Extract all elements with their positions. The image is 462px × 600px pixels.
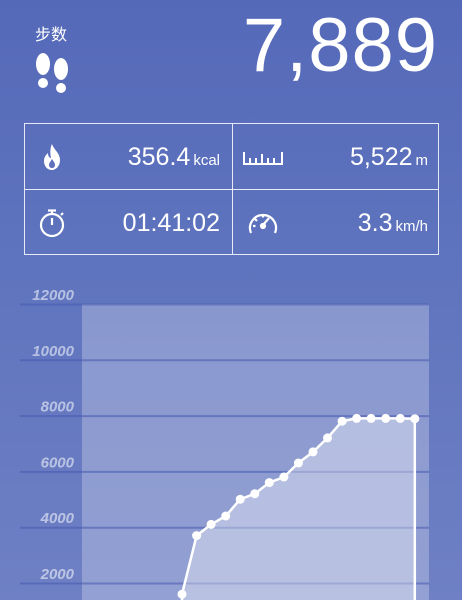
- data-point: [410, 414, 420, 424]
- y-tick-label: 6000: [41, 454, 75, 471]
- stats-panel: 356.4 kcal 5,522 m 01:41:02 3.3 km/h: [24, 123, 439, 255]
- footprints-icon: [36, 53, 68, 93]
- data-point: [381, 413, 391, 423]
- data-point: [264, 478, 274, 488]
- data-point: [235, 494, 245, 504]
- data-point: [206, 519, 216, 529]
- y-tick-label: 2000: [40, 566, 75, 583]
- data-point: [250, 489, 260, 499]
- speed-value: 3.3 km/h: [358, 209, 428, 238]
- speedometer-icon: [248, 213, 278, 234]
- duration-value: 01:41:02: [122, 209, 220, 237]
- distance-cell: 5,522 m: [233, 124, 440, 189]
- flame-icon: [44, 144, 60, 170]
- duration-cell: 01:41:02: [25, 190, 232, 255]
- data-point: [221, 511, 231, 521]
- y-axis-ticks: 12000 10000 8000 6000 4000 2000: [32, 290, 74, 583]
- data-point: [366, 413, 376, 423]
- ruler-icon: [243, 152, 283, 165]
- y-tick-label: 4000: [40, 510, 75, 527]
- calories-cell: 356.4 kcal: [25, 124, 232, 189]
- data-point: [337, 416, 347, 426]
- data-point: [308, 447, 318, 457]
- data-point: [323, 433, 332, 443]
- steps-label: 步数: [35, 25, 68, 44]
- calories-number: 356.4: [127, 143, 191, 171]
- distance-number: 5,522: [349, 143, 413, 171]
- speed-number: 3.3: [357, 209, 393, 237]
- calories-value: 356.4 kcal: [128, 143, 220, 172]
- data-point: [352, 413, 362, 423]
- data-point: [279, 472, 289, 482]
- data-point: [293, 458, 303, 468]
- y-tick-label: 10000: [32, 343, 74, 360]
- distance-unit: m: [415, 152, 429, 169]
- data-point: [395, 413, 405, 423]
- data-point: [177, 589, 187, 599]
- steps-chart: 12000 10000 8000 6000 4000 2000: [20, 290, 429, 600]
- y-tick-label: 12000: [32, 290, 74, 304]
- step-count: 7,889: [242, 3, 438, 88]
- speed-unit: km/h: [395, 218, 428, 235]
- stopwatch-icon: [39, 209, 65, 238]
- y-tick-label: 8000: [41, 399, 75, 416]
- calories-unit: kcal: [193, 152, 220, 169]
- data-point: [192, 531, 202, 541]
- speed-cell: 3.3 km/h: [233, 190, 440, 255]
- distance-value: 5,522 m: [350, 143, 428, 172]
